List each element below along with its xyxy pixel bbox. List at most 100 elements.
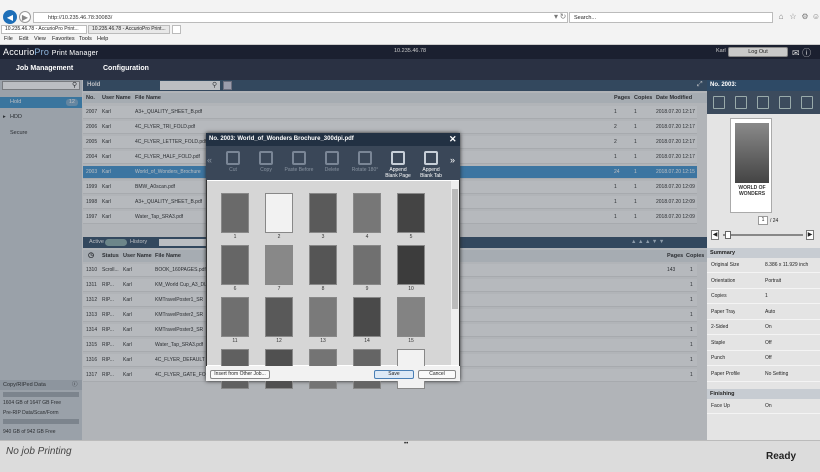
browser-search-input[interactable]: Search... [569, 12, 773, 23]
page-thumbnail[interactable] [397, 245, 425, 285]
tool-paste-before[interactable]: Paste Before [284, 146, 314, 180]
help-icon[interactable]: ⓘ [802, 48, 811, 58]
device-ip: 10.235.46.78 [394, 48, 427, 54]
slider-left-icon[interactable]: ◀ [711, 230, 719, 240]
page-slider[interactable]: ◀ ▶ [711, 230, 814, 240]
tab-configuration[interactable]: Configuration [103, 65, 149, 72]
user-name: Karl [716, 48, 726, 54]
page-thumbnail[interactable] [221, 297, 249, 337]
tool-append-blank-page[interactable]: Append Blank Page [383, 146, 413, 180]
new-tab-button[interactable] [172, 25, 181, 34]
summary-row: Paper Tray Auto [707, 305, 820, 320]
page-number: 5 [409, 234, 413, 240]
summary-row: 2-Sided On [707, 320, 820, 335]
menu-tools[interactable]: Tools [79, 35, 92, 44]
menu-favorites[interactable]: Favorites [52, 35, 75, 44]
tab-job-management[interactable]: Job Management [16, 65, 73, 72]
refresh-icon[interactable]: ↻ [558, 12, 568, 22]
summary-value: 8.386 x 11.929 inch [765, 262, 809, 268]
page-preview: WORLD OF WONDERS [730, 118, 772, 213]
summary-key: Orientation [711, 277, 736, 284]
page-thumbnail[interactable] [397, 193, 425, 233]
insert-from-other-job-button[interactable]: Insert from Other Job... [210, 370, 270, 379]
star-icon[interactable]: ☆ [788, 12, 798, 22]
page-thumbnail[interactable] [265, 297, 293, 337]
close-icon[interactable]: ✕ [449, 133, 457, 146]
page-thumbnail-grid: 1 2 3 4 5 6 7 8 9 10 11 12 13 14 15 [207, 181, 451, 389]
summary-value: 1 [765, 293, 768, 299]
tool-label: Append Blank Tab [420, 167, 442, 179]
page-number: 7 [277, 286, 281, 292]
page-number: 15 [408, 338, 414, 344]
page-thumbnail[interactable] [221, 193, 249, 233]
back-button[interactable]: ◀ [3, 10, 17, 24]
document-edit-icon[interactable] [735, 96, 747, 109]
page-thumbnail[interactable] [309, 193, 337, 233]
chat-icon[interactable]: ✉ [792, 48, 800, 58]
browser-tab[interactable]: 10.235.46.78 - AccurioPro Print... [1, 25, 87, 34]
browser-tab[interactable]: 10.235.46.78 - AccurioPro Print... [88, 25, 170, 34]
summary-value: No Setting [765, 370, 789, 377]
page-total: / 24 [770, 218, 779, 224]
page-thumbnail[interactable] [265, 245, 293, 285]
dialog-scrollbar[interactable] [451, 181, 459, 365]
page-thumbnail[interactable] [397, 297, 425, 337]
delete-icon[interactable] [757, 96, 769, 109]
summary-header: Summary [707, 248, 820, 258]
slider-thumb[interactable] [725, 231, 731, 239]
tool-cut[interactable]: Cut [218, 146, 248, 180]
tool-delete[interactable]: Delete [317, 146, 347, 180]
page-number: 12 [276, 338, 282, 344]
menu-help[interactable]: Help [97, 35, 108, 44]
tool-append-blank-tab[interactable]: Append Blank Tab [416, 146, 446, 180]
scroll-left-icon[interactable]: « [207, 155, 212, 165]
device-status: Ready [766, 451, 797, 462]
arrow-left-icon: ◀ [6, 12, 14, 22]
tool-icon [325, 151, 339, 165]
print-icon[interactable] [779, 96, 791, 109]
job-detail-title: No. 2003: World_of_Wonders_Brochure... [707, 80, 820, 99]
menu-file[interactable]: File [4, 35, 13, 44]
address-bar[interactable]: http://10.235.46.78:30083/ [33, 12, 568, 23]
page-number: 9 [365, 286, 369, 292]
forward-button[interactable]: ▶ [19, 11, 31, 23]
summary-value: On [765, 403, 772, 409]
logout-button[interactable]: Log Out [728, 47, 788, 57]
summary-value: Off [765, 339, 772, 346]
page-thumbnail[interactable] [265, 193, 293, 233]
save-button[interactable]: Save [374, 370, 414, 379]
home-icon[interactable]: ⌂ [776, 12, 786, 22]
tool-label: Append Blank Page [385, 167, 411, 179]
page-thumbnail[interactable] [353, 193, 381, 233]
tool-icon [391, 151, 405, 165]
page-thumbnail[interactable] [309, 297, 337, 337]
slider-right-icon[interactable]: ▶ [806, 230, 814, 240]
arrow-right-icon: ▶ [21, 12, 29, 22]
collapse-handle[interactable]: •• [404, 441, 408, 447]
page-number-input[interactable]: 1 [758, 216, 768, 225]
tool-copy[interactable]: Copy [251, 146, 281, 180]
page-thumbnail[interactable] [353, 297, 381, 337]
tool-label: Cut [229, 167, 237, 173]
menu-view[interactable]: View [34, 35, 46, 44]
summary-row: Staple Off [707, 336, 820, 351]
menu-edit[interactable]: Edit [19, 35, 28, 44]
scroll-right-icon[interactable]: » [450, 155, 455, 165]
tool-rotate-180[interactable]: Rotate 180° [350, 146, 380, 180]
summary-value: Auto [765, 308, 776, 315]
summary-key: Punch [711, 355, 726, 361]
gear-icon[interactable]: ⚙ [800, 12, 810, 22]
tool-label: Paste Before [284, 167, 314, 173]
tool-icon [292, 151, 306, 165]
edit-icon[interactable] [801, 96, 813, 109]
summary-row: Paper Profile No Setting [707, 367, 820, 382]
summary-row: Copies 1 [707, 289, 820, 304]
document-icon[interactable] [713, 96, 725, 109]
page-thumbnail[interactable] [353, 245, 381, 285]
page-thumbnail[interactable] [309, 245, 337, 285]
cancel-button[interactable]: Cancel [418, 370, 456, 379]
page-number: 6 [233, 286, 237, 292]
page-thumbnail[interactable] [221, 245, 249, 285]
smiley-icon[interactable]: ☺ [811, 12, 820, 22]
summary-value: Off [765, 355, 772, 361]
